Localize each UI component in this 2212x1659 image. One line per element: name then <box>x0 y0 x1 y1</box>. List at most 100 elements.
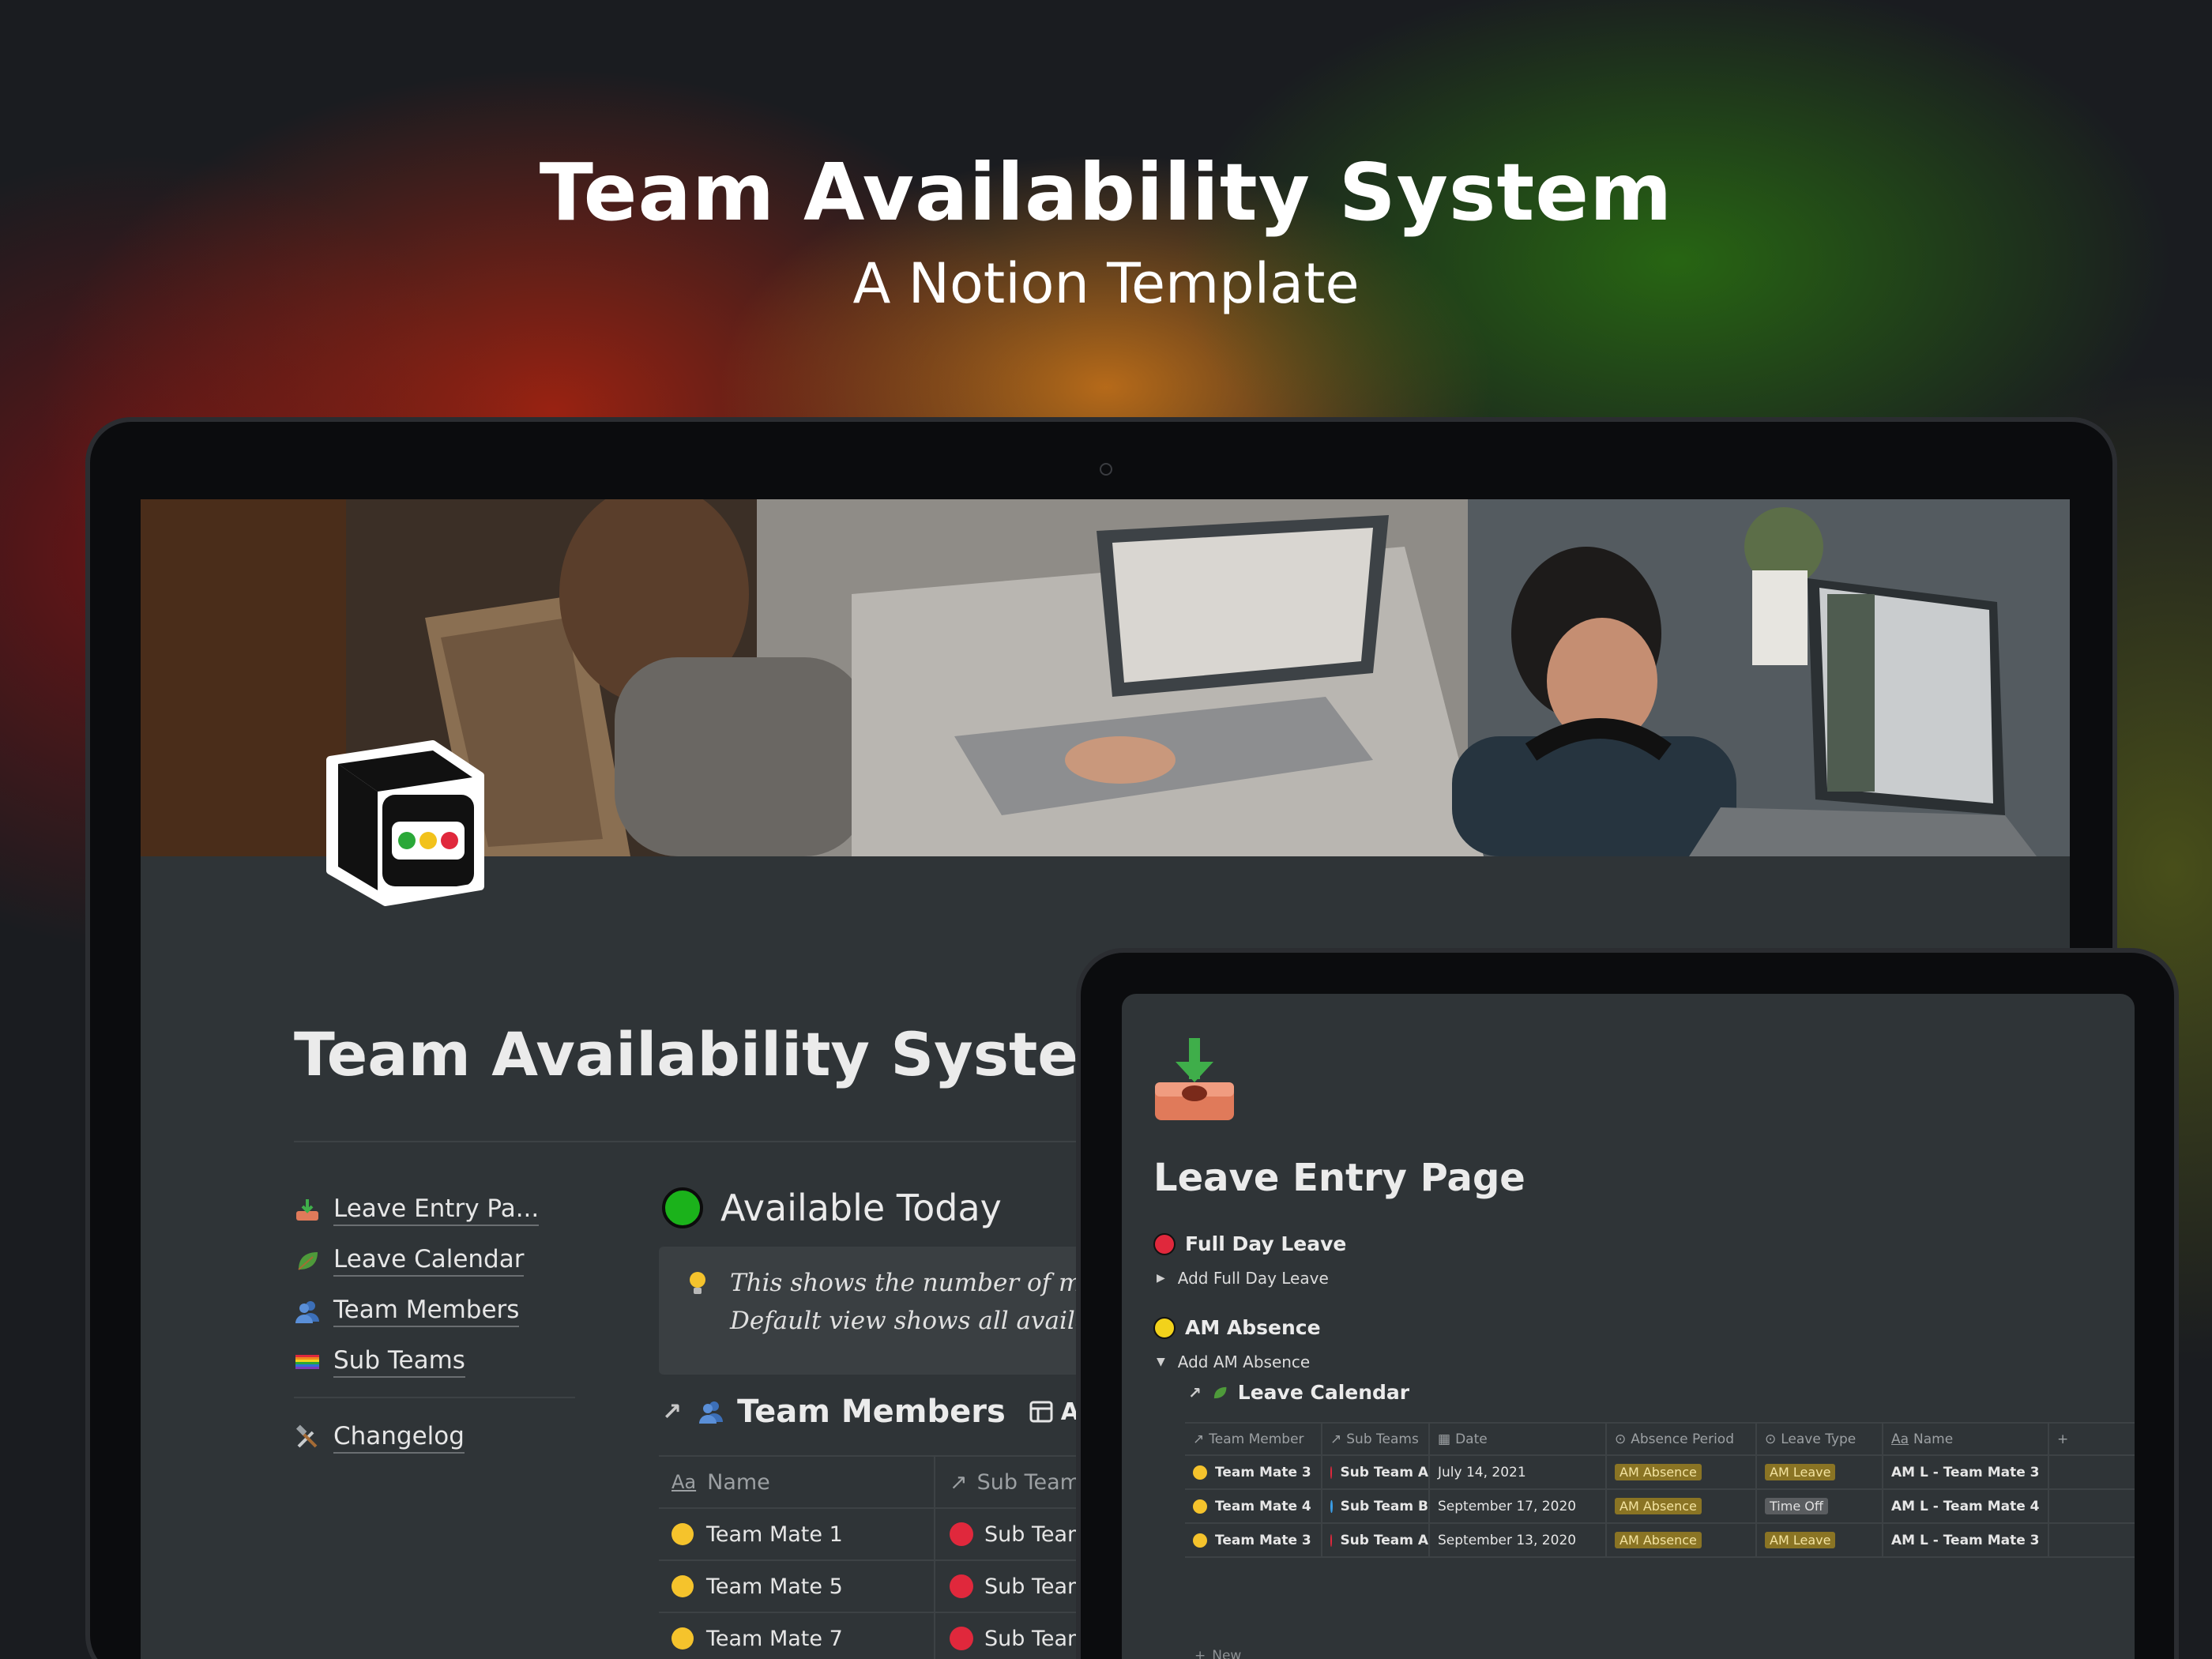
rainbow-flag-icon <box>295 1355 319 1369</box>
column-label: Sub Teams <box>976 1469 1093 1495</box>
leave-type-tag: AM Leave <box>1765 1464 1836 1480</box>
add-new-row-button[interactable]: + New <box>1194 1648 1241 1659</box>
red-circle-icon <box>950 1522 973 1546</box>
hammer-wrench-icon <box>295 1424 318 1448</box>
sub-team: Sub Team <box>984 1522 1089 1547</box>
busts-icon <box>295 1301 319 1323</box>
busts-icon <box>699 1401 724 1424</box>
select-property-icon: ⊙ <box>1615 1431 1627 1447</box>
column-header-sub-teams[interactable]: ↗ Sub Teams <box>935 1470 1092 1495</box>
relation-arrow-icon: ↗ <box>1330 1431 1342 1447</box>
nav-item-label: Sub Teams <box>333 1346 465 1378</box>
date: July 14, 2021 <box>1438 1464 1526 1480</box>
column-header[interactable]: ↗ Sub Teams <box>1322 1424 1430 1454</box>
entry-name: AM L - Team Mate 3 <box>1891 1464 2040 1480</box>
database-title[interactable]: Team Members <box>737 1394 1006 1430</box>
column-label: Name <box>1913 1431 1954 1447</box>
table-row[interactable]: Team Mate 4 Sub Team B September 17, 202… <box>1185 1490 2135 1524</box>
page-title: Leave Entry Page <box>1153 1156 1525 1200</box>
table-row[interactable]: Team Mate 3 Sub Team A September 13, 202… <box>1185 1524 2135 1558</box>
hero-title: Team Availability System <box>539 146 1673 239</box>
page-title: Team Availability System <box>294 1019 1142 1089</box>
team-members-view-header: ↗ Team Members All Av <box>662 1394 1137 1430</box>
relation-arrow-icon: ↗ <box>950 1469 968 1495</box>
hero-subtitle: A Notion Template <box>852 251 1360 316</box>
nav-item-label: Leave Calendar <box>333 1245 525 1277</box>
available-today-heading: Available Today <box>662 1187 1002 1229</box>
toggle-add-am-absence[interactable]: ▼ Add AM Absence <box>1157 1352 1310 1371</box>
light-bulb-icon <box>690 1272 705 1294</box>
column-header[interactable]: ▦ Date <box>1430 1424 1607 1454</box>
inbox-tray-icon <box>1155 1038 1234 1120</box>
database-title: Leave Calendar <box>1237 1381 1410 1404</box>
inbox-tray-icon <box>296 1199 318 1221</box>
smiley-icon <box>672 1523 694 1545</box>
page-nav: Leave Entry Pa... Leave Calendar Team Me… <box>294 1185 578 1463</box>
entry-name: AM L - Team Mate 3 <box>1891 1532 2040 1548</box>
smiley-icon <box>1193 1533 1207 1548</box>
team-member: Team Mate 3 <box>1215 1464 1311 1480</box>
add-column-button[interactable]: + <box>2049 1424 2112 1454</box>
sub-team: Sub Team A <box>1340 1532 1428 1548</box>
camera <box>1100 463 1112 476</box>
nav-item-leave-calendar[interactable]: Leave Calendar <box>294 1236 578 1286</box>
team-member: Team Mate 3 <box>1215 1532 1311 1548</box>
nav-item-sub-teams[interactable]: Sub Teams <box>294 1337 578 1387</box>
tablet-screen: Leave Entry Page Full Day Leave ▶ Add Fu… <box>1122 994 2135 1659</box>
nav-item-label: Leave Entry Pa... <box>333 1194 540 1226</box>
toggle-expanded-icon: ▼ <box>1157 1356 1165 1368</box>
heading-text: Available Today <box>720 1187 1002 1229</box>
leaf-icon <box>298 1252 318 1270</box>
column-label: Name <box>707 1469 770 1495</box>
leave-calendar-header[interactable]: ↗ Leave Calendar <box>1188 1381 1409 1404</box>
member-name: Team Mate 7 <box>706 1626 843 1651</box>
sub-team: Sub Team <box>984 1574 1089 1599</box>
select-property-icon: ⊙ <box>1765 1431 1777 1447</box>
member-name: Team Mate 5 <box>706 1574 843 1599</box>
column-header[interactable]: Aa Name <box>1883 1424 2049 1454</box>
column-label: Date <box>1455 1431 1488 1447</box>
team-member: Team Mate 4 <box>1215 1498 1311 1514</box>
date: September 17, 2020 <box>1438 1498 1577 1514</box>
red-circle-icon <box>950 1574 973 1598</box>
toggle-add-full-day-leave[interactable]: ▶ Add Full Day Leave <box>1157 1269 1329 1288</box>
absence-period-tag: AM Absence <box>1615 1498 1702 1514</box>
smiley-icon <box>672 1575 694 1597</box>
nav-item-changelog[interactable]: Changelog <box>294 1413 578 1463</box>
am-absence-heading: AM Absence <box>1153 1316 1321 1339</box>
plus-icon: + <box>2057 1431 2069 1447</box>
arrow-up-right-icon: ↗ <box>1188 1382 1202 1402</box>
leave-type-tag: AM Leave <box>1765 1532 1836 1548</box>
column-header[interactable]: ↗ Team Member <box>1185 1424 1322 1454</box>
entry-name: AM L - Team Mate 4 <box>1891 1498 2040 1514</box>
column-label: Team Member <box>1209 1431 1304 1447</box>
nav-item-leave-entry[interactable]: Leave Entry Pa... <box>294 1185 578 1236</box>
nav-item-label: Team Members <box>333 1296 520 1327</box>
relation-arrow-icon: ↗ <box>1193 1431 1205 1447</box>
sub-team: Sub Team <box>984 1626 1089 1651</box>
table-row[interactable]: Team Mate 3 Sub Team A July 14, 2021 AM … <box>1185 1456 2135 1490</box>
smiley-icon <box>672 1627 694 1650</box>
column-header[interactable]: ⊙ Leave Type <box>1757 1424 1883 1454</box>
column-header-name[interactable]: Aa Name <box>659 1457 935 1507</box>
red-circle-icon <box>1330 1533 1333 1547</box>
column-label: Absence Period <box>1631 1431 1734 1447</box>
traffic-light-box-icon <box>326 740 484 906</box>
red-circle-icon <box>1330 1465 1333 1479</box>
heading-text: Full Day Leave <box>1185 1232 1347 1255</box>
leaf-icon <box>1213 1386 1227 1398</box>
absence-period-tag: AM Absence <box>1615 1532 1702 1548</box>
nav-item-team-members[interactable]: Team Members <box>294 1286 578 1337</box>
toggle-label: Add AM Absence <box>1177 1352 1311 1371</box>
column-header[interactable]: ⊙ Absence Period <box>1607 1424 1757 1454</box>
smiley-icon <box>1193 1465 1207 1480</box>
date: September 13, 2020 <box>1438 1532 1577 1548</box>
table-icon <box>1029 1401 1053 1423</box>
full-day-leave-heading: Full Day Leave <box>1153 1232 1346 1255</box>
smiley-icon <box>1193 1499 1207 1514</box>
sub-team: Sub Team A <box>1340 1464 1428 1480</box>
divider <box>294 1397 575 1398</box>
green-circle-icon <box>662 1187 703 1228</box>
text-property-icon: Aa <box>672 1471 697 1493</box>
plus-icon: + <box>1194 1648 1206 1659</box>
